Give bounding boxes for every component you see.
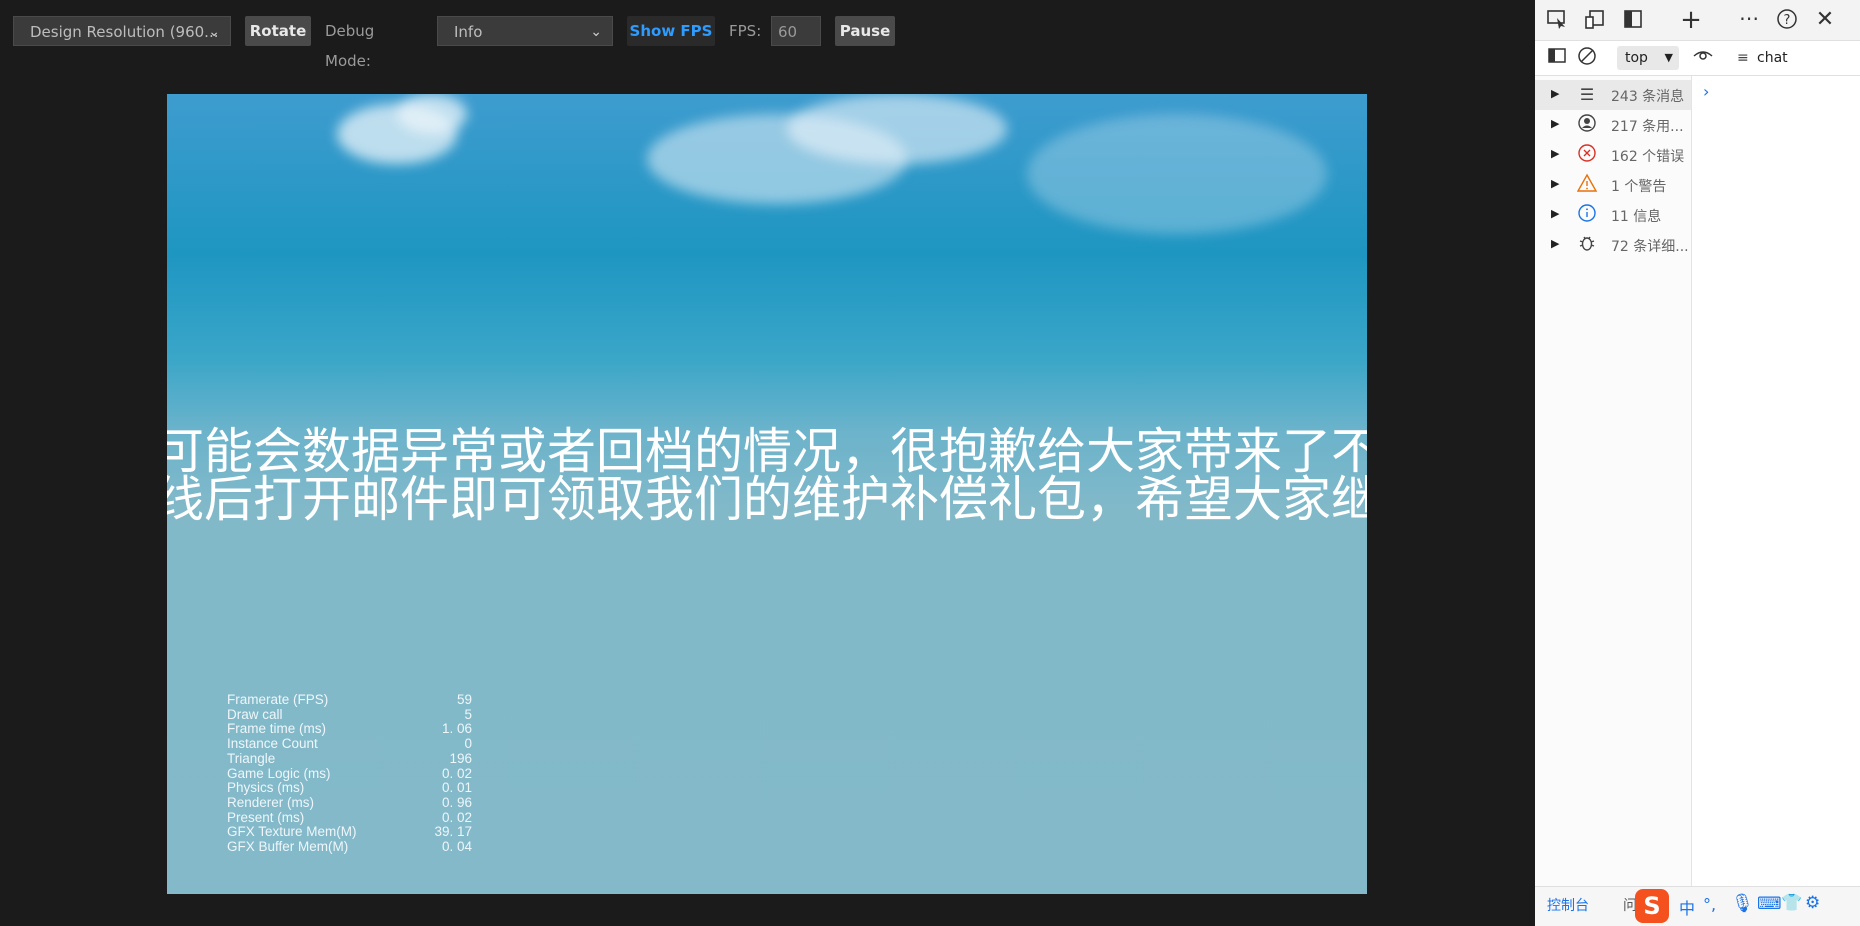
sidebar-item-info[interactable]: ▶ 11 信息	[1535, 200, 1691, 230]
ime-toolbar[interactable]: S 中 °, 🎙 ⌨ 👕 ⚙	[1635, 887, 1860, 926]
skin-shirt-icon: 👕	[1781, 893, 1803, 913]
expand-arrow-icon[interactable]: ▶	[1551, 237, 1559, 250]
preview-panel: Design Resolution (960... ⌄ Rotate Debug…	[0, 0, 1532, 925]
inspect-icon[interactable]	[1545, 8, 1569, 32]
add-tab-icon[interactable]: +	[1679, 7, 1703, 33]
preview-toolbar: Design Resolution (960... ⌄ Rotate Debug…	[0, 0, 1532, 70]
resolution-select[interactable]: Design Resolution (960... ⌄	[13, 16, 231, 46]
info-icon	[1575, 203, 1599, 227]
devtools-bottom-bar: 控制台 问 S 中 °, 🎙 ⌨ 👕 ⚙	[1535, 886, 1860, 926]
chevron-down-icon: ⌄	[590, 24, 602, 40]
sidebar-item-user-messages[interactable]: ▶ 217 条用...	[1535, 110, 1691, 140]
eye-icon[interactable]	[1691, 46, 1715, 70]
bug-icon	[1575, 233, 1599, 257]
filter-value: chat	[1757, 50, 1788, 66]
pause-button[interactable]: Pause	[835, 16, 895, 46]
cloud-shape	[787, 94, 1007, 164]
expand-arrow-icon[interactable]: ▶	[1551, 147, 1559, 160]
sidebar-item-verbose[interactable]: ▶ 72 条详细...	[1535, 230, 1691, 260]
more-options-icon[interactable]: ⋯	[1737, 6, 1761, 30]
help-icon[interactable]: ?	[1775, 8, 1799, 32]
warning-icon	[1575, 173, 1599, 197]
stat-row: Physics (ms) 0. 01	[227, 780, 472, 796]
stat-row: Framerate (FPS) 59	[227, 692, 472, 707]
marquee-line-2: 线后打开邮件即可领取我们的维护补偿礼包，希望大家继	[167, 471, 1367, 528]
console-sidebar: ▶ ☰ 243 条消息 ▶ 217 条用... ▶ 162 个错误 ▶ 1 个警…	[1535, 76, 1692, 886]
sidebar-item-errors[interactable]: ▶ 162 个错误	[1535, 140, 1691, 170]
stat-row: Present (ms) 0. 02	[227, 809, 472, 825]
close-icon[interactable]: ✕	[1813, 8, 1837, 32]
microphone-icon: 🎙	[1731, 893, 1754, 914]
filter-icon: ≡	[1737, 50, 1749, 66]
filter-input[interactable]: ≡ chat	[1731, 45, 1860, 71]
stat-row: Triangle 196	[227, 750, 472, 766]
resolution-value: Design Resolution (960...	[30, 23, 219, 41]
game-canvas[interactable]: 可能会数据异常或者回档的情况，很抱歉给大家带来了不 线后打开邮件即可领取我们的维…	[167, 94, 1367, 894]
stat-row: GFX Buffer Mem(M) 0. 04	[227, 839, 472, 855]
tab-console[interactable]: 控制台	[1547, 895, 1589, 915]
fps-stats-panel: Framerate (FPS) 59 Draw call 5 Frame time …	[227, 692, 472, 855]
stat-row: GFX Texture Mem(M) 39. 17	[227, 824, 472, 840]
debug-mode-value: Info	[454, 23, 483, 41]
sidebar-item-warnings[interactable]: ▶ 1 个警告	[1535, 170, 1691, 200]
toolbox-icon: ⚙	[1805, 893, 1821, 913]
rotate-button[interactable]: Rotate	[245, 16, 311, 46]
expand-arrow-icon[interactable]: ▶	[1551, 87, 1559, 100]
show-fps-button[interactable]: Show FPS	[627, 16, 715, 46]
devtools-top-bar: + ⋯ ? ✕	[1535, 0, 1860, 41]
ime-mode: 中	[1679, 899, 1696, 918]
stat-row: Instance Count 0	[227, 736, 472, 752]
user-icon	[1575, 113, 1599, 137]
cloud-shape	[1027, 114, 1327, 234]
stat-row: Frame time (ms) 1. 06	[227, 721, 472, 737]
svg-text:?: ?	[1784, 13, 1791, 28]
fps-label: FPS:	[729, 22, 762, 40]
ime-punct: °,	[1703, 895, 1717, 914]
sidebar-item-messages[interactable]: ▶ ☰ 243 条消息	[1535, 80, 1691, 110]
sidebar-toggle-icon[interactable]	[1545, 46, 1569, 70]
console-prompt-chevron-icon[interactable]: ›	[1703, 82, 1709, 101]
stat-row: Renderer (ms) 0. 96	[227, 794, 472, 810]
device-toolbar-icon[interactable]	[1583, 8, 1607, 32]
clear-console-icon[interactable]	[1575, 46, 1599, 70]
expand-arrow-icon[interactable]: ▶	[1551, 177, 1559, 190]
fps-input[interactable]: 60	[771, 16, 821, 46]
keyboard-icon: ⌨	[1757, 894, 1782, 914]
console-filter-bar: top ▼ ≡ chat	[1535, 41, 1860, 76]
caret-down-icon: ▼	[1664, 51, 1673, 64]
debug-mode-select[interactable]: Info ⌄	[437, 16, 613, 46]
list-icon: ☰	[1579, 85, 1595, 104]
cloud-shape	[397, 94, 467, 134]
chevron-down-icon: ⌄	[208, 24, 220, 40]
stat-row: Draw call 5	[227, 706, 472, 722]
context-value: top	[1625, 50, 1648, 66]
dock-side-icon[interactable]	[1621, 8, 1645, 32]
expand-arrow-icon[interactable]: ▶	[1551, 117, 1559, 130]
error-icon	[1575, 143, 1599, 167]
expand-arrow-icon[interactable]: ▶	[1551, 207, 1559, 220]
context-select[interactable]: top ▼	[1617, 46, 1679, 70]
stat-row: Game Logic (ms) 0. 02	[227, 765, 472, 781]
devtools-panel: + ⋯ ? ✕ top ▼ ≡ chat ▶ ☰ 243 条消息 ▶ 217 条…	[1535, 0, 1860, 926]
sogou-logo-icon: S	[1635, 889, 1669, 923]
debug-mode-label: Debug Mode:	[325, 22, 375, 70]
